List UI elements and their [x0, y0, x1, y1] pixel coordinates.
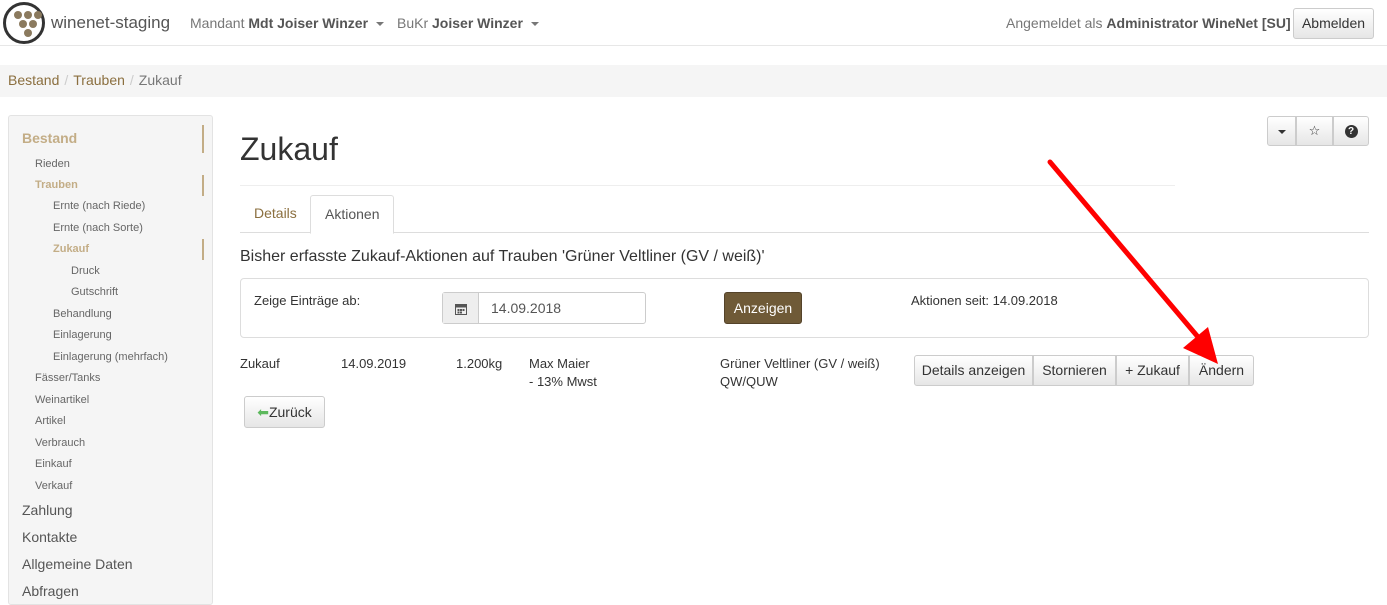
date-picker	[442, 292, 646, 324]
sidebar-item-kontakte[interactable]: Kontakte	[22, 529, 77, 545]
sidebar: Bestand Rieden Trauben Ernte (nach Riede…	[8, 115, 213, 605]
mandant-dropdown[interactable]: Mandant Mdt Joiser Winzer	[190, 15, 384, 31]
date-from-input[interactable]	[479, 293, 645, 323]
tab-bar: Details Aktionen	[240, 195, 1369, 234]
sidebar-item-verbrauch[interactable]: Verbrauch	[35, 437, 85, 449]
details-button[interactable]: Details anzeigen	[914, 355, 1033, 386]
calendar-button[interactable]	[443, 293, 479, 323]
sidebar-item-einkauf[interactable]: Einkauf	[35, 458, 72, 470]
row-date: 14.09.2019	[341, 356, 407, 371]
help-button[interactable]: ?	[1333, 116, 1369, 146]
since-text: Aktionen seit: 14.09.2018	[911, 293, 1058, 308]
change-button[interactable]: Ändern	[1189, 355, 1254, 386]
row-supplier: Max Maier - 13% Mwst	[529, 356, 597, 389]
section-heading: Bisher erfasste Zukauf-Aktionen auf Trau…	[240, 248, 765, 265]
sidebar-item-behandlung[interactable]: Behandlung	[53, 308, 112, 320]
breadcrumb-current: Zukauf	[138, 72, 182, 88]
show-button[interactable]: Anzeigen	[724, 292, 802, 324]
favorite-button[interactable]: ☆	[1296, 116, 1333, 146]
page-title: Zukauf	[240, 131, 338, 167]
star-icon: ☆	[1308, 123, 1321, 138]
sidebar-item-druck[interactable]: Druck	[71, 265, 100, 277]
calendar-icon	[454, 303, 467, 315]
sidebar-item-ernte-sorte[interactable]: Ernte (nach Sorte)	[53, 222, 143, 234]
sidebar-item-zukauf[interactable]: Zukauf	[53, 243, 89, 255]
sidebar-item-weinartikel[interactable]: Weinartikel	[35, 394, 89, 406]
sidebar-item-abfragen[interactable]: Abfragen	[22, 583, 79, 599]
sidebar-item-rieden[interactable]: Rieden	[35, 158, 70, 170]
bukr-dropdown[interactable]: BuKr Joiser Winzer	[397, 15, 539, 31]
options-dropdown-button[interactable]	[1267, 116, 1296, 146]
back-button[interactable]: ⬅Zurück	[244, 396, 325, 428]
sidebar-item-allgemeine-daten[interactable]: Allgemeine Daten	[22, 556, 133, 572]
breadcrumb: Bestand / Trauben / Zukauf	[0, 65, 1387, 97]
cancel-button[interactable]: Stornieren	[1033, 355, 1116, 386]
top-navbar: winenet-staging Mandant Mdt Joiser Winze…	[0, 0, 1387, 46]
logo-icon[interactable]	[3, 2, 45, 44]
caret-down-icon	[530, 22, 539, 27]
filter-label: Zeige Einträge ab:	[254, 293, 361, 308]
sidebar-item-bestand[interactable]: Bestand	[22, 130, 77, 146]
row-amount: 1.200kg	[456, 356, 503, 371]
caret-down-icon	[1277, 129, 1286, 134]
title-divider	[240, 185, 1175, 186]
tab-aktionen[interactable]: Aktionen	[310, 195, 395, 234]
sidebar-item-ernte-riede[interactable]: Ernte (nach Riede)	[53, 200, 145, 212]
add-zukauf-button[interactable]: + Zukauf	[1116, 355, 1189, 386]
row-type: Zukauf	[240, 356, 280, 371]
sidebar-item-faesser-tanks[interactable]: Fässer/Tanks	[35, 372, 100, 384]
help-icon: ?	[1344, 125, 1358, 139]
sidebar-item-trauben[interactable]: Trauben	[35, 179, 78, 191]
brand-name[interactable]: winenet-staging	[51, 13, 170, 33]
sidebar-item-artikel[interactable]: Artikel	[35, 415, 66, 427]
sidebar-item-gutschrift[interactable]: Gutschrift	[71, 286, 118, 298]
sidebar-item-zahlung[interactable]: Zahlung	[22, 502, 73, 518]
caret-down-icon	[375, 22, 384, 27]
tab-details[interactable]: Details	[240, 195, 311, 233]
arrow-left-icon: ⬅	[257, 404, 269, 420]
breadcrumb-bestand[interactable]: Bestand	[8, 72, 59, 88]
filter-panel: Zeige Einträge ab: Anzeigen Aktionen sei…	[240, 278, 1369, 338]
sidebar-item-einlagerung-mehrfach[interactable]: Einlagerung (mehrfach)	[53, 351, 168, 363]
logout-button[interactable]: Abmelden	[1293, 8, 1374, 39]
login-info: Angemeldet als Administrator WineNet [SU…	[1006, 15, 1291, 31]
sidebar-item-verkauf[interactable]: Verkauf	[35, 480, 72, 492]
breadcrumb-trauben[interactable]: Trauben	[73, 72, 125, 88]
sidebar-item-einlagerung[interactable]: Einlagerung	[53, 329, 112, 341]
row-variety: Grüner Veltliner (GV / weiß) QW/QUW	[720, 356, 880, 389]
